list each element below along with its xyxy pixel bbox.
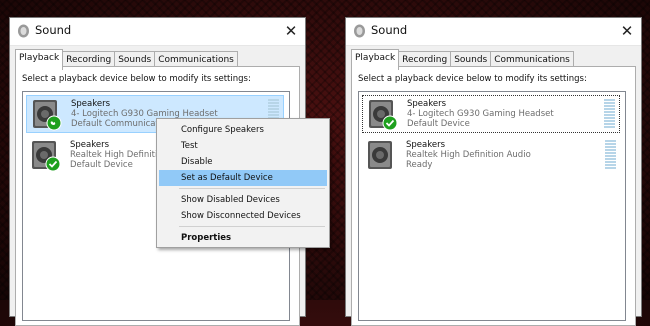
tab-strip: Playback Recording Sounds Communications <box>15 49 238 70</box>
volume-meter <box>605 140 616 170</box>
device-status: Default Device <box>70 160 133 170</box>
menu-separator <box>179 188 325 189</box>
device-item-realtek[interactable]: Speakers Realtek High Definition Audio R… <box>362 137 620 175</box>
speaker-device-icon <box>368 141 392 169</box>
device-name: Speakers <box>71 99 111 109</box>
device-description: Realtek High Definition Audio <box>406 150 531 160</box>
sound-dialog-right: Sound ✕ Playback Recording Sounds Commun… <box>345 17 642 326</box>
device-description: 4- Logitech G930 Gaming Headset <box>407 109 554 119</box>
menu-item-properties[interactable]: Properties <box>159 230 327 246</box>
menu-item-configure-speakers[interactable]: Configure Speakers <box>159 122 327 138</box>
device-status: Ready <box>406 160 433 170</box>
close-button[interactable]: ✕ <box>613 18 641 45</box>
menu-item-test[interactable]: Test <box>159 138 327 154</box>
speaker-device-icon <box>32 141 61 172</box>
tab-playback[interactable]: Playback <box>351 49 400 70</box>
menu-item-show-disabled[interactable]: Show Disabled Devices <box>159 192 327 208</box>
speaker-app-icon <box>18 24 29 38</box>
close-button[interactable]: ✕ <box>277 18 305 45</box>
speaker-app-icon <box>354 24 365 38</box>
speaker-device-icon <box>369 100 398 131</box>
menu-item-set-default-device[interactable]: Set as Default Device <box>159 170 327 186</box>
device-list: Speakers 4- Logitech G930 Gaming Headset… <box>358 91 626 321</box>
volume-meter <box>604 99 615 129</box>
window-title: Sound <box>371 23 408 37</box>
window-title: Sound <box>35 23 72 37</box>
tab-strip: Playback Recording Sounds Communications <box>351 49 574 70</box>
instruction-text: Select a playback device below to modify… <box>358 74 587 84</box>
menu-item-disable[interactable]: Disable <box>159 154 327 170</box>
device-name: Speakers <box>406 140 446 150</box>
speaker-device-icon <box>33 100 62 131</box>
tab-playback[interactable]: Playback <box>15 49 64 70</box>
device-name: Speakers <box>70 140 110 150</box>
menu-item-show-disconnected[interactable]: Show Disconnected Devices <box>159 208 327 224</box>
device-status: Default Device <box>407 119 470 129</box>
device-item-g930[interactable]: Speakers 4- Logitech G930 Gaming Headset… <box>362 95 620 133</box>
context-menu: Configure Speakers Test Disable Set as D… <box>156 118 330 248</box>
title-bar[interactable]: Sound ✕ <box>10 18 305 46</box>
menu-separator <box>179 226 325 227</box>
title-bar[interactable]: Sound ✕ <box>346 18 641 46</box>
instruction-text: Select a playback device below to modify… <box>22 74 251 84</box>
playback-panel: Select a playback device below to modify… <box>351 66 636 326</box>
device-name: Speakers <box>407 99 447 109</box>
